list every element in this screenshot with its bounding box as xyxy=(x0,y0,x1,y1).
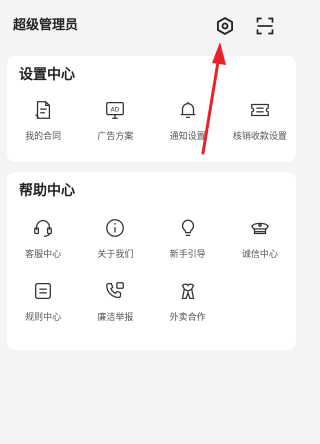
page-title: 超级管理员 xyxy=(13,18,79,33)
help-item-rules-center[interactable]: 规则中心 xyxy=(7,280,79,323)
bell-icon xyxy=(177,99,199,121)
help-item-customer-service[interactable]: 客服中心 xyxy=(7,217,79,260)
cooperation-icon xyxy=(177,280,199,302)
rules-icon xyxy=(32,280,54,302)
help-item-label: 诚信中心 xyxy=(241,250,278,260)
ticket-icon xyxy=(249,99,271,121)
ad-icon: AD xyxy=(104,99,126,121)
settings-item-contract[interactable]: 我的合同 xyxy=(7,99,79,142)
contract-icon xyxy=(32,99,54,121)
settings-icon[interactable] xyxy=(213,14,237,38)
help-item-label: 新手引导 xyxy=(169,250,206,260)
settings-item-label: 通知设置 xyxy=(169,132,206,142)
help-grid: 客服中心 关于我们 新手引导 诚信中心 规则中心 廉洁举报 外卖合作 xyxy=(7,217,296,323)
scan-icon[interactable] xyxy=(253,14,277,38)
help-item-label: 外卖合作 xyxy=(169,313,206,323)
police-cap-icon xyxy=(249,217,271,239)
bulb-icon xyxy=(177,217,199,239)
settings-item-writeoff[interactable]: 核销收款设置 xyxy=(224,99,296,142)
settings-item-label: 广告方案 xyxy=(97,132,134,142)
settings-card: 设置中心 我的合同 AD 广告方案 通知设置 核销收款设置 xyxy=(7,56,296,162)
report-phone-icon xyxy=(104,280,126,302)
help-item-label: 关于我们 xyxy=(97,250,134,260)
header: 超级管理员 xyxy=(0,0,306,50)
settings-item-label: 核销收款设置 xyxy=(232,132,287,142)
headset-icon xyxy=(32,217,54,239)
help-item-label: 规则中心 xyxy=(25,313,62,323)
settings-grid: 我的合同 AD 广告方案 通知设置 核销收款设置 xyxy=(7,99,296,142)
svg-text:AD: AD xyxy=(111,106,120,113)
settings-item-label: 我的合同 xyxy=(25,132,62,142)
help-item-label: 客服中心 xyxy=(25,250,62,260)
help-section-title: 帮助中心 xyxy=(19,183,75,199)
help-item-about-us[interactable]: 关于我们 xyxy=(79,217,151,260)
settings-item-notification[interactable]: 通知设置 xyxy=(152,99,224,142)
help-item-integrity-center[interactable]: 诚信中心 xyxy=(224,217,296,260)
help-item-integrity-report[interactable]: 廉洁举报 xyxy=(79,280,151,323)
info-icon xyxy=(104,217,126,239)
help-card: 帮助中心 客服中心 关于我们 新手引导 诚信中心 规则中心 廉洁举报 外卖合作 xyxy=(7,172,296,350)
settings-item-ad-plan[interactable]: AD 广告方案 xyxy=(79,99,151,142)
help-item-delivery-cooperation[interactable]: 外卖合作 xyxy=(152,280,224,323)
help-item-label: 廉洁举报 xyxy=(97,313,134,323)
help-item-beginner-guide[interactable]: 新手引导 xyxy=(152,217,224,260)
settings-section-title: 设置中心 xyxy=(19,67,75,83)
